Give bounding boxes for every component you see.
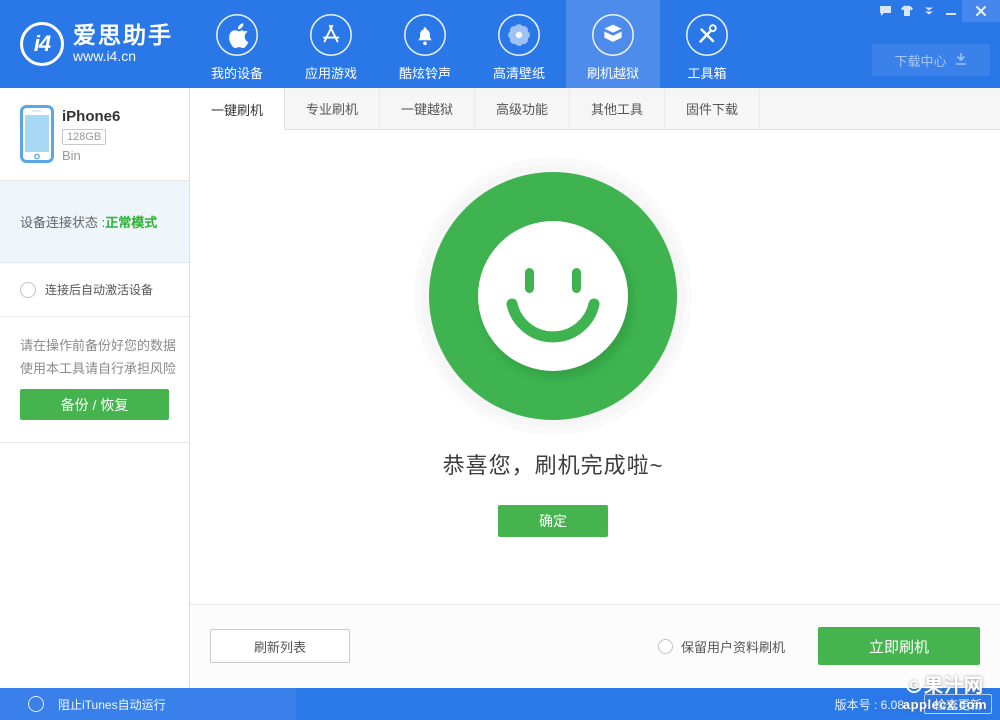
nav-label: 刷机越狱	[587, 63, 639, 82]
nav-item-apps-games[interactable]: 应用游戏	[284, 0, 378, 88]
flash-now-button[interactable]: 立即刷机	[818, 627, 980, 665]
tab-advanced-features[interactable]: 高级功能	[475, 88, 570, 129]
connection-status-value: 正常模式	[105, 212, 157, 231]
nav-label: 高清壁纸	[493, 63, 545, 82]
app-website: www.i4.cn	[73, 48, 173, 65]
device-owner: Bin	[62, 148, 81, 163]
sidebar: iPhone6 128GB Bin 设备连接状态 : 正常模式 连接后自动激活设…	[0, 88, 190, 688]
download-center-label: 下载中心	[894, 51, 946, 70]
jailbreak-icon	[591, 13, 635, 57]
block-itunes-option[interactable]: 阻止iTunes自动运行	[0, 688, 296, 720]
device-capacity-badge: 128GB	[62, 129, 106, 145]
warning-text-line1: 请在操作前备份好您的数据	[20, 335, 176, 354]
nav-label: 我的设备	[211, 63, 263, 82]
app-logo: i4 爱思助手 www.i4.cn	[20, 22, 173, 66]
tab-one-click-flash[interactable]: 一键刷机	[190, 88, 285, 130]
appstore-icon	[309, 13, 353, 57]
nav-item-ringtones[interactable]: 酷炫铃声	[378, 0, 472, 88]
i4-logo-icon: i4	[20, 22, 64, 66]
device-name: iPhone6	[62, 108, 120, 125]
iphone-icon	[20, 105, 54, 168]
logo-badge-text: i4	[34, 31, 50, 57]
nav-label: 工具箱	[687, 63, 726, 82]
main-nav: 我的设备 应用游戏	[190, 0, 754, 88]
auto-activate-label: 连接后自动激活设备	[45, 281, 153, 298]
download-center-button[interactable]: 下载中心	[872, 44, 990, 76]
backup-warning-panel: 请在操作前备份好您的数据 使用本工具请自行承担风险 备份 / 恢复	[0, 317, 189, 443]
refresh-list-button[interactable]: 刷新列表	[210, 629, 350, 663]
nav-item-my-devices[interactable]: 我的设备	[190, 0, 284, 88]
download-icon	[954, 52, 968, 69]
tab-other-tools[interactable]: 其他工具	[570, 88, 665, 129]
nav-label: 应用游戏	[305, 63, 357, 82]
footer-bar: 阻止iTunes自动运行 版本号 : 6.08 检查更新	[0, 688, 1000, 720]
bottom-action-bar: 刷新列表 保留用户资料刷机 立即刷机	[190, 604, 1000, 688]
tab-firmware-download[interactable]: 固件下载	[665, 88, 760, 129]
connection-status-panel: 设备连接状态 : 正常模式	[0, 181, 189, 263]
tab-pro-flash[interactable]: 专业刷机	[285, 88, 380, 129]
app-window: i4 爱思助手 www.i4.cn 我的设备	[0, 0, 1000, 720]
block-itunes-label: 阻止iTunes自动运行	[58, 696, 166, 713]
close-icon[interactable]	[962, 0, 1000, 22]
check-update-button[interactable]: 检查更新	[924, 694, 992, 714]
auto-activate-radio[interactable]	[20, 282, 36, 298]
device-info-panel: iPhone6 128GB Bin	[0, 88, 189, 181]
keep-userdata-option[interactable]: 保留用户资料刷机	[658, 637, 785, 656]
window-controls	[874, 0, 1000, 22]
version-text: 版本号 : 6.08	[835, 688, 904, 720]
keep-userdata-label: 保留用户资料刷机	[681, 637, 785, 656]
wallpaper-icon	[497, 13, 541, 57]
apple-icon	[215, 13, 259, 57]
main-panel: 一键刷机 专业刷机 一键越狱 高级功能 其他工具 固件下载	[190, 88, 1000, 688]
success-smiley-icon	[413, 156, 693, 441]
nav-item-wallpapers[interactable]: 高清壁纸	[472, 0, 566, 88]
header-bar: i4 爱思助手 www.i4.cn 我的设备	[0, 0, 1000, 88]
toolbox-icon	[685, 13, 729, 57]
skin-icon[interactable]	[896, 0, 918, 22]
dropdown-icon[interactable]	[918, 0, 940, 22]
auto-activate-option[interactable]: 连接后自动激活设备	[0, 263, 189, 317]
backup-restore-button[interactable]: 备份 / 恢复	[20, 389, 169, 420]
nav-item-toolbox[interactable]: 工具箱	[660, 0, 754, 88]
nav-label: 酷炫铃声	[399, 63, 451, 82]
connection-status-label: 设备连接状态 :	[20, 212, 105, 231]
bell-icon	[403, 13, 447, 57]
nav-item-flash-jailbreak[interactable]: 刷机越狱	[566, 0, 660, 88]
message-icon[interactable]	[874, 0, 896, 22]
flash-tabbar: 一键刷机 专业刷机 一键越狱 高级功能 其他工具 固件下载	[190, 88, 1000, 130]
tab-one-click-jailbreak[interactable]: 一键越狱	[380, 88, 475, 129]
app-title: 爱思助手	[73, 23, 173, 48]
keep-userdata-radio[interactable]	[658, 639, 673, 654]
flash-success-message: 恭喜您，刷机完成啦~	[190, 448, 916, 480]
block-itunes-radio[interactable]	[28, 696, 44, 712]
minimize-icon[interactable]	[940, 0, 962, 22]
flash-result-content: 恭喜您，刷机完成啦~ 确定	[190, 130, 1000, 604]
logo-text: 爱思助手 www.i4.cn	[73, 23, 173, 65]
confirm-button[interactable]: 确定	[498, 505, 608, 537]
warning-text-line2: 使用本工具请自行承担风险	[20, 358, 176, 377]
